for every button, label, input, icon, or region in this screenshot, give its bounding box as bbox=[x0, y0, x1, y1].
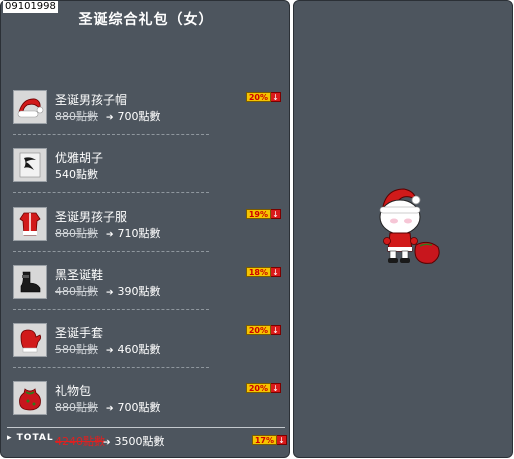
item-price: 480點數 ➔ 390點數 bbox=[55, 283, 161, 299]
discount-percent: 18% bbox=[245, 267, 271, 277]
discount-percent: 17% bbox=[251, 435, 277, 445]
total-label: ▸ TOTAL bbox=[7, 433, 54, 443]
discount-badge: 20% ↓ bbox=[245, 325, 281, 335]
discount-badge: 17% ↓ bbox=[251, 435, 287, 445]
item-price: 880點數 ➔ 710點數 bbox=[55, 225, 161, 241]
total-new-price-value: 3500點數 bbox=[114, 435, 165, 448]
list-item[interactable]: 圣诞男孩子帽 880點數 ➔ 700點數 20% ↓ bbox=[13, 88, 285, 138]
item-price: 880點數 ➔ 700點數 bbox=[55, 399, 161, 415]
down-arrow-icon: ↓ bbox=[271, 92, 281, 102]
discount-badge: 20% ↓ bbox=[245, 383, 281, 393]
item-price: 540點數 bbox=[55, 166, 98, 182]
down-arrow-icon: ↓ bbox=[271, 383, 281, 393]
total-new-price: ➔ 3500點數 bbox=[103, 433, 165, 449]
list-item[interactable]: 圣诞手套 580點數 ➔ 460點數 20% ↓ bbox=[13, 321, 285, 371]
character-preview bbox=[379, 188, 440, 264]
total-row: ▸ TOTAL 4240點數 ➔ 3500點數 17% ↓ bbox=[7, 433, 287, 449]
item-name: 圣诞男孩子服 bbox=[55, 210, 128, 224]
arrow-right-icon: ➔ bbox=[106, 230, 114, 240]
santa-hat-icon bbox=[13, 90, 47, 124]
item-new-price: 710點數 bbox=[117, 227, 161, 240]
down-arrow-icon: ↓ bbox=[271, 325, 281, 335]
item-name: 黑圣诞鞋 bbox=[55, 268, 104, 282]
arrow-right-icon: ➔ bbox=[106, 113, 114, 123]
item-divider bbox=[13, 367, 209, 368]
discount-badge: 19% ↓ bbox=[245, 209, 281, 219]
item-new-price: 390點數 bbox=[117, 285, 161, 298]
list-item[interactable]: 优雅胡子 540點數 bbox=[13, 146, 285, 196]
item-new-price: 540點數 bbox=[55, 168, 98, 181]
item-old-price: 880點數 bbox=[55, 110, 98, 123]
total-divider bbox=[7, 427, 285, 428]
item-divider bbox=[13, 309, 209, 310]
item-price: 580點數 ➔ 460點數 bbox=[55, 341, 161, 357]
item-new-price: 700點數 bbox=[117, 110, 161, 123]
arrow-right-icon: ➔ bbox=[106, 346, 114, 356]
item-divider bbox=[13, 251, 209, 252]
down-arrow-icon: ↓ bbox=[277, 435, 287, 445]
down-arrow-icon: ↓ bbox=[271, 267, 281, 277]
down-arrow-icon: ↓ bbox=[271, 209, 281, 219]
arrow-right-icon: ➔ bbox=[106, 404, 114, 414]
item-old-price: 580點數 bbox=[55, 343, 98, 356]
total-label-text: TOTAL bbox=[16, 433, 54, 443]
item-name: 圣诞男孩子帽 bbox=[55, 93, 128, 107]
item-price: 880點數 ➔ 700點數 bbox=[55, 108, 161, 124]
item-old-price: 480點數 bbox=[55, 285, 98, 298]
list-item[interactable]: 黑圣诞鞋 480點數 ➔ 390點數 18% ↓ bbox=[13, 263, 285, 313]
santa-suit-icon bbox=[13, 207, 47, 241]
item-divider bbox=[13, 192, 209, 193]
gift-bag-icon bbox=[13, 381, 47, 415]
item-new-price: 460點數 bbox=[117, 343, 161, 356]
discount-percent: 20% bbox=[245, 383, 271, 393]
red-glove-icon bbox=[13, 323, 47, 357]
discount-percent: 20% bbox=[245, 92, 271, 102]
package-title: 圣诞综合礼包（女） bbox=[78, 12, 214, 28]
arrow-right-icon: ➔ bbox=[106, 288, 114, 298]
discount-percent: 20% bbox=[245, 325, 271, 335]
character-preview-panel bbox=[293, 0, 513, 458]
item-new-price: 700點數 bbox=[117, 401, 161, 414]
package-details-panel: 09101998 圣诞综合礼包（女） 圣诞男孩子帽 880點數 ➔ 700點數 20… bbox=[0, 0, 290, 458]
item-name: 礼物包 bbox=[55, 384, 92, 398]
discount-badge: 20% ↓ bbox=[245, 92, 281, 102]
black-shoe-icon bbox=[13, 265, 47, 299]
item-old-price: 880點數 bbox=[55, 401, 98, 414]
list-item[interactable]: 圣诞男孩子服 880點數 ➔ 710點數 19% ↓ bbox=[13, 205, 285, 255]
total-old-price: 4240點數 bbox=[55, 435, 105, 448]
list-item[interactable]: 礼物包 880點數 ➔ 700點數 20% ↓ bbox=[13, 379, 285, 429]
discount-percent: 19% bbox=[245, 209, 271, 219]
mustache-icon bbox=[13, 148, 47, 182]
item-name: 优雅胡子 bbox=[55, 151, 104, 165]
item-name: 圣诞手套 bbox=[55, 326, 104, 340]
item-divider bbox=[13, 134, 209, 135]
item-old-price: 880點數 bbox=[55, 227, 98, 240]
discount-badge: 18% ↓ bbox=[245, 267, 281, 277]
arrow-right-icon: ➔ bbox=[103, 438, 111, 448]
